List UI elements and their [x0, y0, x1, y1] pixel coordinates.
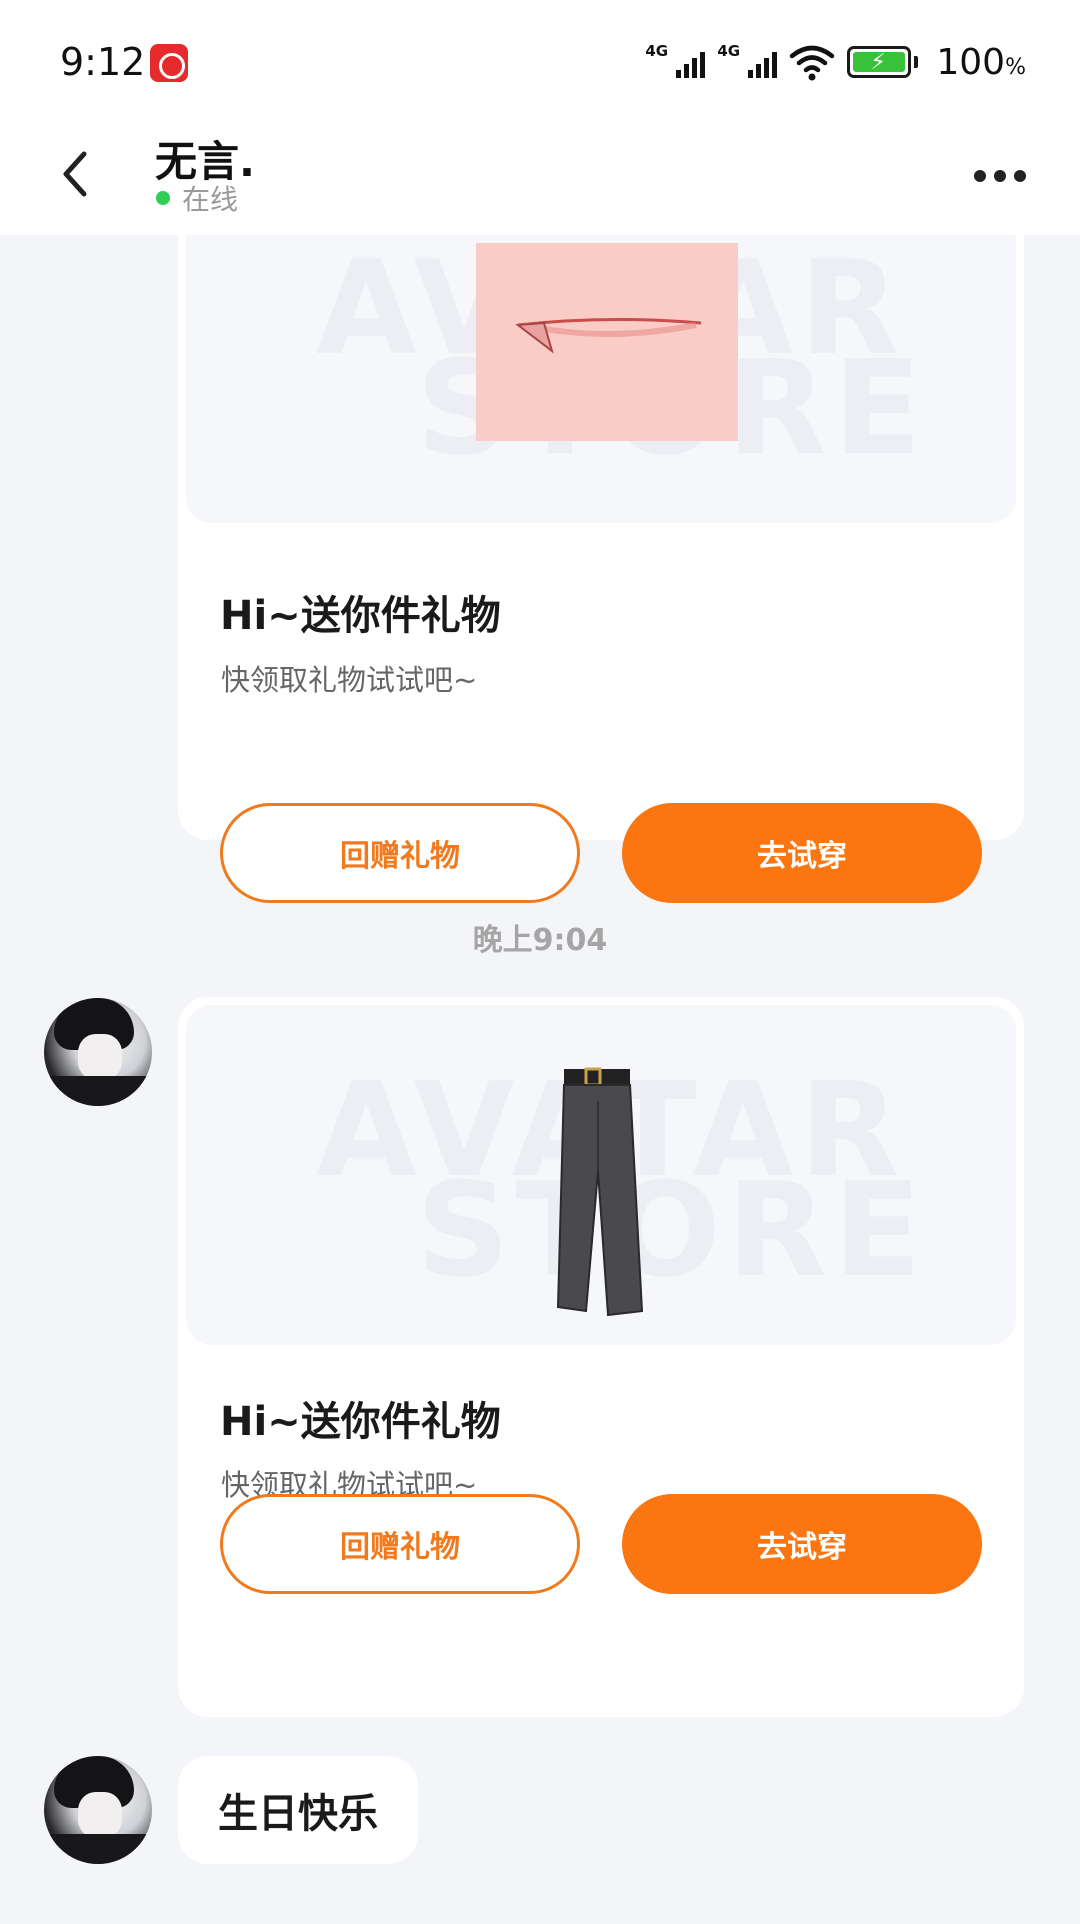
gift-message-card[interactable]: AVATAR STORE Hi~送你件礼物 快领取礼物试试吧~ 回赠礼物 去试穿 [178, 235, 1024, 903]
pants-icon [556, 1067, 644, 1317]
gift-subtitle: 快领取礼物试试吧~ [221, 663, 478, 697]
online-status-dot [156, 191, 170, 205]
return-gift-button[interactable]: 回赠礼物 [220, 803, 580, 903]
online-status-text: 在线 [182, 183, 239, 216]
watermark-text-4: STORE [416, 1154, 928, 1306]
app-notification-icon [150, 44, 188, 82]
message-timestamp: 晚上9:04 [472, 923, 608, 958]
try-on-button[interactable]: 去试穿 [622, 803, 982, 903]
network-type-label-2: 4G [717, 42, 741, 60]
text-message-bubble[interactable]: 生日快乐 [178, 1756, 418, 1864]
try-on-button-2[interactable]: 去试穿 [622, 1494, 982, 1594]
avatar-2[interactable] [44, 1756, 152, 1864]
cellular-signal-icon: 4G [645, 42, 706, 82]
lips-icon [476, 243, 738, 441]
back-arrow-icon[interactable] [52, 144, 96, 204]
gift-title: Hi~送你件礼物 [220, 593, 501, 639]
battery-icon: ⚡ [847, 46, 919, 78]
chat-message-list[interactable]: AVATAR STORE Hi~送你件礼物 快领取礼物试试吧~ 回赠礼物 去试穿… [0, 235, 1080, 1924]
gift-preview-image-2[interactable]: AVATAR STORE [186, 1005, 1016, 1345]
status-indicators: 4G 4G ⚡ 100% [645, 40, 1026, 84]
battery-percent: 100% [936, 41, 1026, 83]
cellular-signal-icon-2: 4G [717, 42, 778, 82]
more-options-icon[interactable] [974, 156, 1030, 196]
status-time: 9:12 [60, 40, 146, 84]
gift-title-2: Hi~送你件礼物 [220, 1399, 501, 1445]
gift-preview-image[interactable]: AVATAR STORE [186, 235, 1016, 523]
chat-header: 无言. 在线 [0, 120, 1080, 235]
avatar[interactable] [44, 998, 152, 1106]
wifi-icon [790, 45, 835, 81]
status-bar: 9:12 4G 4G ⚡ 100% [0, 0, 1080, 120]
network-type-label: 4G [645, 42, 669, 60]
gift-message-card-2[interactable]: AVATAR STORE Hi~送你件礼物 快领取礼物试试吧~ 回赠礼物 去试穿 [178, 997, 1024, 1717]
return-gift-button-2[interactable]: 回赠礼物 [220, 1494, 580, 1594]
